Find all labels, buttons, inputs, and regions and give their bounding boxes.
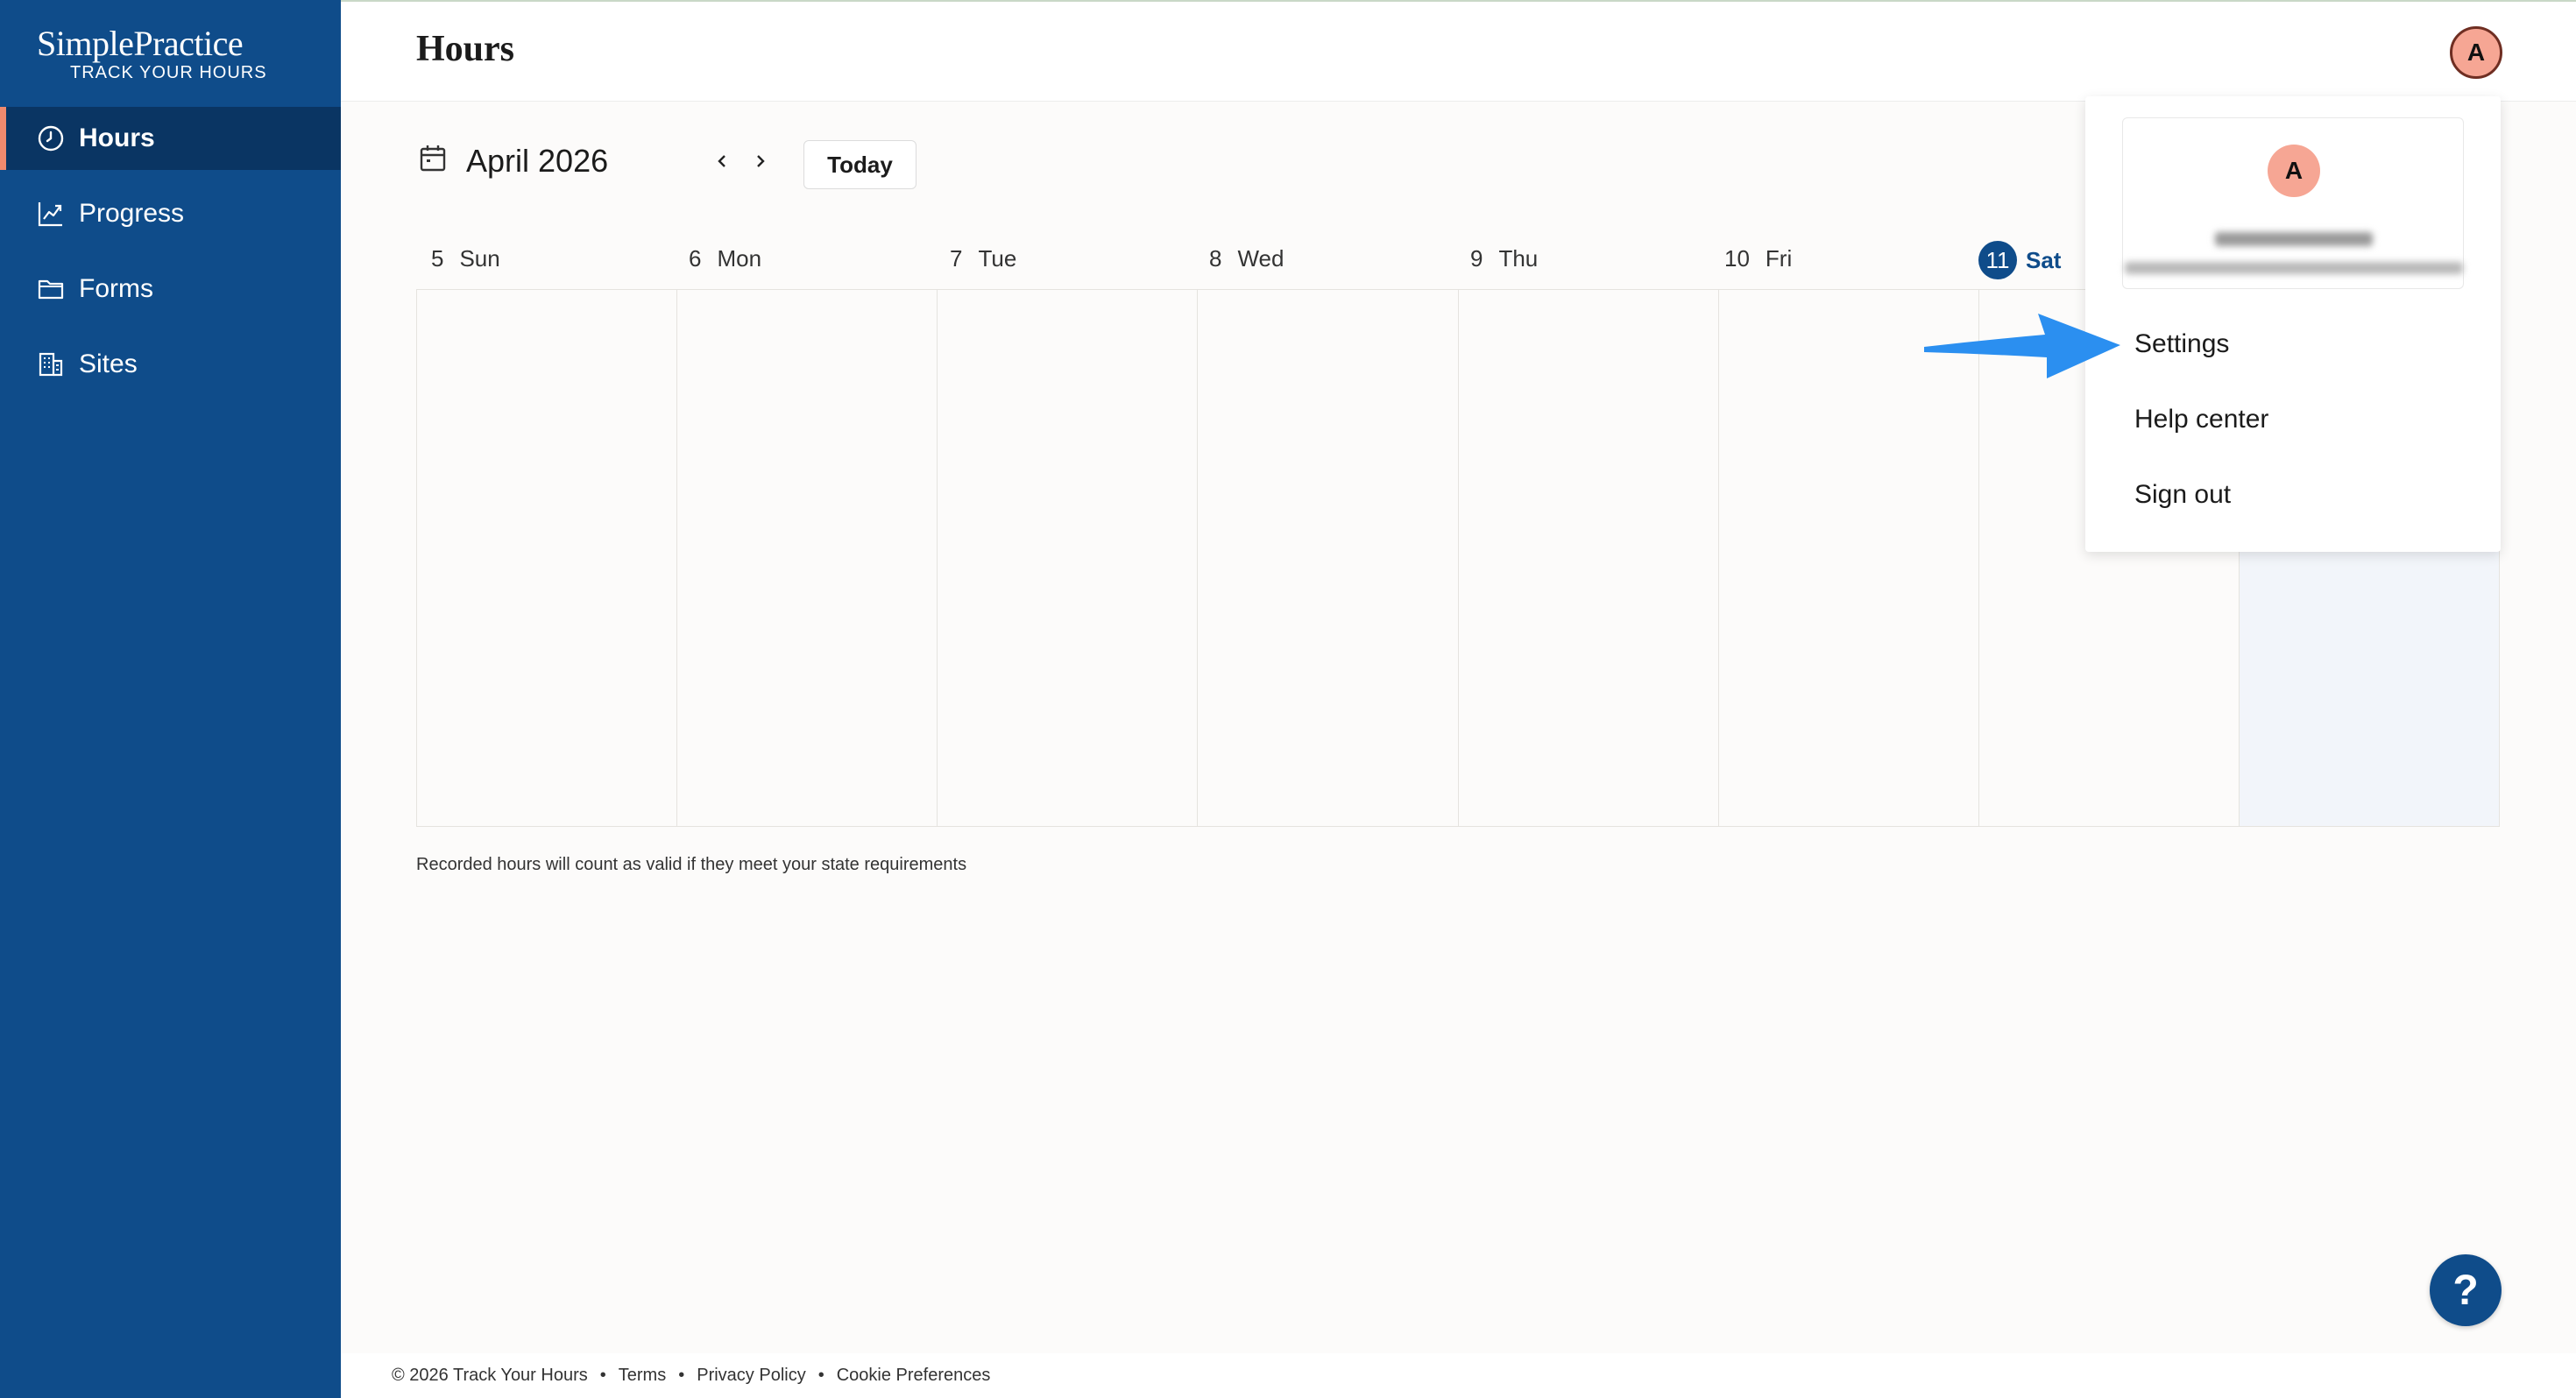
day-name: Tue: [978, 245, 1017, 272]
day-column[interactable]: [677, 290, 938, 826]
sidebar-item-label: Progress: [79, 199, 185, 228]
day-number: 10: [1724, 245, 1750, 272]
sidebar-item-progress[interactable]: Progress: [0, 182, 341, 245]
day-name: Sun: [459, 245, 500, 272]
day-header-sat-today[interactable]: 11 Sat: [1978, 241, 2061, 279]
validity-note: Recorded hours will count as valid if th…: [416, 855, 967, 874]
day-column[interactable]: [1198, 290, 1459, 826]
day-name: Fri: [1765, 245, 1793, 272]
day-number: 5: [431, 245, 444, 272]
day-header-wed[interactable]: 8 Wed: [1209, 245, 1284, 272]
building-icon: [35, 349, 67, 380]
day-number: 8: [1209, 245, 1222, 272]
help-button[interactable]: ?: [2430, 1254, 2502, 1326]
user-menu-dropdown: A Settings Help center Sign out: [2085, 96, 2501, 552]
menu-item-settings[interactable]: Settings: [2134, 329, 2229, 359]
day-header-thu[interactable]: 9 Thu: [1470, 245, 1538, 272]
separator: •: [599, 1366, 606, 1385]
profile-avatar: A: [2268, 145, 2320, 197]
previous-week-button[interactable]: [710, 149, 734, 173]
day-header-sun[interactable]: 5 Sun: [431, 245, 500, 272]
day-header-mon[interactable]: 6 Mon: [689, 245, 761, 272]
today-date-badge: 11: [1978, 241, 2017, 279]
day-name: Sat: [2026, 246, 2062, 273]
day-header-fri[interactable]: 10 Fri: [1724, 245, 1792, 272]
redacted-user-name: [2215, 232, 2373, 246]
redacted-user-email: [2125, 262, 2463, 274]
sidebar: SimplePractice TRACK YOUR HOURS Hours Pr…: [0, 0, 341, 1398]
app-logo[interactable]: SimplePractice TRACK YOUR HOURS: [37, 23, 300, 83]
page-footer: © 2026 Track Your Hours • Terms • Privac…: [341, 1353, 2576, 1398]
logo-tagline: TRACK YOUR HOURS: [70, 63, 267, 82]
day-column[interactable]: [1459, 290, 1719, 826]
separator: •: [678, 1366, 685, 1385]
sidebar-item-hours[interactable]: Hours: [0, 107, 341, 170]
day-column[interactable]: [417, 290, 678, 826]
logo-wordmark: SimplePractice: [37, 24, 244, 63]
sidebar-item-label: Hours: [79, 124, 155, 152]
sidebar-item-sites[interactable]: Sites: [0, 333, 341, 396]
day-column[interactable]: [938, 290, 1199, 826]
day-name: Thu: [1498, 245, 1539, 272]
privacy-policy-link[interactable]: Privacy Policy: [697, 1366, 805, 1386]
day-name: Mon: [717, 245, 762, 272]
copyright-text: © 2026 Track Your Hours: [392, 1366, 588, 1385]
sidebar-item-label: Forms: [79, 274, 153, 303]
menu-item-help-center[interactable]: Help center: [2134, 405, 2268, 434]
chevron-right-icon: [757, 155, 765, 167]
top-header: Hours: [341, 2, 2576, 102]
today-button[interactable]: Today: [803, 140, 916, 189]
current-month-label: April 2026: [466, 143, 609, 179]
chart-line-icon: [35, 198, 67, 229]
calendar-icon[interactable]: [419, 144, 447, 173]
profile-card[interactable]: A: [2122, 117, 2464, 289]
cookie-preferences-link[interactable]: Cookie Preferences: [837, 1366, 991, 1386]
separator: •: [817, 1366, 824, 1385]
chevron-left-icon: [718, 155, 725, 167]
terms-link[interactable]: Terms: [619, 1366, 666, 1386]
day-name: Wed: [1237, 245, 1284, 272]
annotation-arrow-icon: [1924, 314, 2120, 378]
sidebar-item-label: Sites: [79, 350, 138, 378]
page-title: Hours: [416, 29, 515, 69]
day-number: 6: [689, 245, 702, 272]
user-avatar-button[interactable]: A: [2450, 26, 2502, 79]
folder-icon: [35, 273, 67, 305]
menu-item-sign-out[interactable]: Sign out: [2134, 480, 2231, 510]
clock-icon: [35, 123, 67, 154]
day-header-tue[interactable]: 7 Tue: [950, 245, 1016, 272]
next-week-button[interactable]: [748, 149, 773, 173]
sidebar-item-forms[interactable]: Forms: [0, 258, 341, 321]
day-number: 7: [950, 245, 963, 272]
day-number: 9: [1470, 245, 1483, 272]
